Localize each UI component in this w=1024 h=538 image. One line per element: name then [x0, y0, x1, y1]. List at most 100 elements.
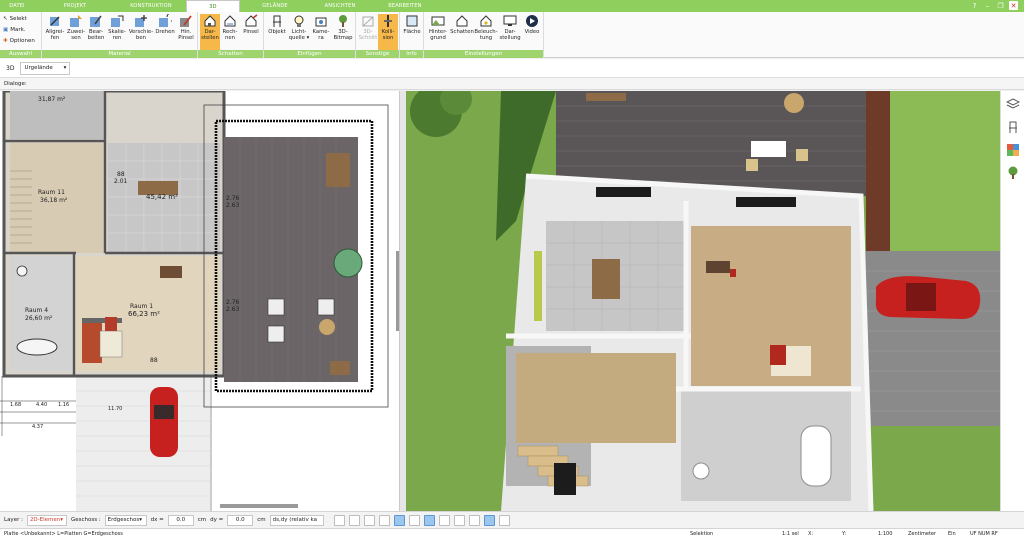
window-controls: ? – ❐ ✕ — [970, 1, 1018, 10]
coordinate-mode-select[interactable]: ds,dy (relativ ka — [269, 514, 324, 526]
mark-label: Mark. — [10, 26, 26, 33]
tab-datei[interactable]: DATEI — [0, 0, 34, 12]
lichtquelle-label-2: quelle ▾ — [288, 35, 310, 41]
bearbeiten-button[interactable]: Bear-beiten — [86, 14, 106, 50]
layers-icon[interactable] — [1005, 97, 1020, 111]
layer-select[interactable]: 2D-Elemen ▾ — [26, 514, 67, 526]
optionen-button[interactable]: ✚ Optionen — [3, 36, 35, 45]
status-scale: 1:100 — [878, 531, 893, 537]
group-title-info: Info — [400, 50, 423, 58]
extra-icon[interactable] — [498, 514, 510, 526]
lichtquelle-button[interactable]: Licht-quelle ▾ — [288, 14, 310, 50]
help-icon[interactable]: ? — [970, 1, 979, 10]
view-3d[interactable] — [406, 91, 1000, 511]
status-x: X: — [808, 531, 814, 537]
restore-icon[interactable]: ❐ — [996, 1, 1005, 10]
tab-projekt[interactable]: PROJEKT — [34, 0, 116, 12]
snap-point-icon[interactable] — [423, 514, 435, 526]
aligreifen-label-2: fen — [50, 35, 60, 41]
ribbon-group-auswahl: ↖ Selekt ▣ Mark. ✚ Optionen Auswahl — [0, 12, 42, 58]
floor-select[interactable]: Urgelände ▾ — [20, 61, 71, 75]
ortho-icon[interactable] — [483, 514, 495, 526]
hintergrund-button[interactable]: Hinter-grund — [426, 14, 450, 50]
video-button[interactable]: Video — [522, 14, 542, 50]
ribbon-group-einstellungen: Hinter-grund Schatten Beleuch-tung Dar-s… — [424, 12, 544, 58]
verschieben-button[interactable]: Verschie-ben — [128, 14, 154, 50]
tab-konstruktion[interactable]: KONSTRUKTION — [116, 0, 186, 12]
print-icon[interactable] — [348, 514, 360, 526]
kamera-button[interactable]: Kame-ra — [310, 14, 332, 50]
screen-icon[interactable] — [363, 514, 375, 526]
chevron-down-icon: ▾ — [139, 517, 143, 523]
group-title-einfuegen: Einfügen — [264, 50, 355, 58]
geschoss-select[interactable]: Erdgeschos ▾ — [104, 514, 147, 526]
beleuchtung-button[interactable]: Beleuch-tung — [474, 14, 498, 50]
drehen-button[interactable]: Drehen — [154, 14, 176, 50]
floor-plan-drawing — [0, 91, 399, 511]
schatten-darstellen-button[interactable]: Dar-stellen — [200, 14, 220, 50]
status-unit: Zentimeter — [908, 531, 937, 537]
schatten-settings-button[interactable]: Schatten — [450, 14, 474, 50]
group-title-material: Material — [42, 50, 197, 58]
room-area-dining: 45,42 m² — [146, 193, 178, 201]
schatten-rechnen-button[interactable]: Rech-nen — [220, 14, 240, 50]
3d-schnitt-button[interactable]: 3D- Schnitt — [358, 14, 378, 50]
room-name-raum-11: Raum 11 — [38, 189, 65, 196]
3d-bitmap-button[interactable]: 3D- Bitmap — [332, 14, 354, 50]
play-icon — [526, 15, 538, 27]
zuweisen-button[interactable]: Zuwei-sen — [66, 14, 86, 50]
lighting-icon — [480, 15, 492, 27]
tab-gelaende[interactable]: GELÄNDE — [240, 0, 310, 12]
ribbon-tab-bar: DATEI PROJEKT KONSTRUKTION 3D GELÄNDE AN… — [0, 0, 1024, 12]
snap-line-icon[interactable] — [393, 514, 405, 526]
dx-input[interactable]: 0.0 — [167, 514, 194, 526]
minimize-icon[interactable]: – — [983, 1, 992, 10]
shadow-brush-icon — [245, 14, 258, 27]
flaeche-button[interactable]: Fläche — [402, 14, 422, 50]
ribbon-group-sonstige: 3D- Schnitt Kolli-sion Sonstige — [356, 12, 400, 58]
snap-angle-icon[interactable] — [408, 514, 420, 526]
tree-icon[interactable] — [1006, 166, 1020, 180]
aligreifen-button[interactable]: Aligrei-fen — [44, 14, 66, 50]
grid-icon[interactable] — [378, 514, 390, 526]
tab-3d[interactable]: 3D — [186, 0, 240, 12]
view-toolbar: 3D Urgelände ▾ — [0, 59, 1024, 78]
pipette-icon — [50, 16, 60, 26]
section-cut-icon — [362, 16, 374, 27]
dx-value: 0.0 — [176, 517, 186, 523]
kollision-button[interactable]: Kolli-sion — [378, 14, 398, 50]
area-icon — [406, 15, 418, 27]
status-y: Y: — [842, 531, 847, 537]
hin-pinsel-label-2: Pinsel — [178, 35, 194, 41]
kamera-label-2: ra — [318, 35, 324, 41]
plan-2d-view[interactable]: 31,87 m² Raum 11 36,18 m² 45,42 m² Raum … — [0, 91, 400, 511]
kollision-label-2: sion — [382, 35, 394, 41]
status-flags: UF NUM RF — [970, 531, 998, 537]
dx-unit: cm — [197, 517, 207, 523]
palette-icon[interactable] — [1006, 143, 1020, 157]
layer-visibility-icon[interactable] — [453, 514, 465, 526]
schatten-pinsel-button[interactable]: Pinsel — [240, 14, 262, 50]
status-bar: Platte <Unbekannt> L=Platten G=Erdgescho… — [0, 528, 1024, 538]
dimension-label: 11.70 — [108, 406, 123, 412]
measure-icon[interactable] — [468, 514, 480, 526]
close-icon[interactable]: ✕ — [1009, 1, 1018, 10]
table-icon[interactable] — [438, 514, 450, 526]
bottom-toolbar: Layer : 2D-Elemen ▾ Geschoss : Erdgeschos… — [0, 511, 1024, 528]
skalieren-button[interactable]: Skalie-ren — [106, 14, 128, 50]
clock-icon[interactable] — [333, 514, 345, 526]
house-settings-icon — [456, 15, 468, 27]
geschoss-select-value: Erdgeschos — [107, 517, 140, 523]
objekt-button[interactable]: Objekt — [266, 14, 288, 50]
tab-bearbeiten[interactable]: BEARBEITEN — [370, 0, 440, 12]
hin-pinsel-button[interactable]: Hin. Pinsel — [176, 14, 196, 50]
optionen-label: Optionen — [9, 37, 35, 44]
darstellung-button[interactable]: Dar-stellung — [498, 14, 522, 50]
tab-ansichten[interactable]: ANSICHTEN — [310, 0, 370, 12]
mark-button[interactable]: ▣ Mark. — [3, 25, 35, 34]
darstellung-label-2: stellung — [499, 35, 521, 41]
selekt-button[interactable]: ↖ Selekt — [3, 14, 35, 23]
chair-icon[interactable] — [1006, 120, 1020, 134]
dy-input[interactable]: 0.0 — [227, 514, 254, 526]
door-label: 2.76 — [226, 195, 240, 202]
